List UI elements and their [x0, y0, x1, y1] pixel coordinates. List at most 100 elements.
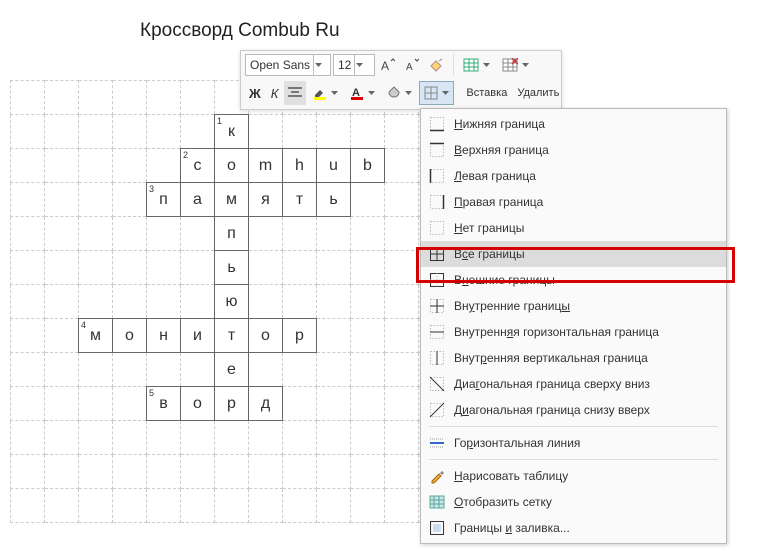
- grid-cell[interactable]: [317, 217, 351, 251]
- grid-cell[interactable]: [181, 353, 215, 387]
- grid-cell[interactable]: и: [181, 319, 215, 353]
- border-menu-left[interactable]: Левая граница: [421, 163, 726, 189]
- grid-cell[interactable]: ю: [215, 285, 249, 319]
- grid-cell[interactable]: 5в: [147, 387, 181, 421]
- grid-cell[interactable]: [11, 149, 45, 183]
- border-menu-iv[interactable]: Внутренняя вертикальная граница: [421, 345, 726, 371]
- grid-cell[interactable]: о: [113, 319, 147, 353]
- grid-cell[interactable]: [351, 285, 385, 319]
- delete-table-button[interactable]: [497, 53, 534, 77]
- grid-cell[interactable]: [45, 455, 79, 489]
- grid-cell[interactable]: [147, 251, 181, 285]
- grid-cell[interactable]: [79, 81, 113, 115]
- grid-cell[interactable]: [385, 455, 419, 489]
- grid-cell[interactable]: [79, 353, 113, 387]
- grid-cell[interactable]: [283, 455, 317, 489]
- grid-cell[interactable]: [317, 115, 351, 149]
- grid-cell[interactable]: m: [249, 149, 283, 183]
- grid-cell[interactable]: [215, 421, 249, 455]
- grid-cell[interactable]: [249, 285, 283, 319]
- grid-cell[interactable]: [215, 455, 249, 489]
- grid-cell[interactable]: [351, 353, 385, 387]
- grid-cell[interactable]: [45, 251, 79, 285]
- align-center-button[interactable]: [284, 81, 306, 105]
- grid-cell[interactable]: [113, 115, 147, 149]
- grid-cell[interactable]: [11, 251, 45, 285]
- border-menu-inner[interactable]: Внутренние границы: [421, 293, 726, 319]
- grid-cell[interactable]: [351, 217, 385, 251]
- italic-button[interactable]: К: [267, 81, 283, 105]
- grid-cell[interactable]: [147, 421, 181, 455]
- grid-cell[interactable]: [45, 183, 79, 217]
- grid-cell[interactable]: [79, 251, 113, 285]
- grid-cell[interactable]: [79, 183, 113, 217]
- grid-cell[interactable]: [79, 489, 113, 523]
- grid-cell[interactable]: [249, 353, 283, 387]
- grid-cell[interactable]: [385, 115, 419, 149]
- grid-cell[interactable]: [317, 319, 351, 353]
- border-menu-dd[interactable]: Диагональная граница сверху вниз: [421, 371, 726, 397]
- grid-cell[interactable]: о: [249, 319, 283, 353]
- grid-cell[interactable]: [351, 387, 385, 421]
- grid-cell[interactable]: [11, 489, 45, 523]
- grid-cell[interactable]: 4м: [79, 319, 113, 353]
- grid-cell[interactable]: u: [317, 149, 351, 183]
- grid-cell[interactable]: [79, 455, 113, 489]
- grid-cell[interactable]: я: [249, 183, 283, 217]
- grid-cell[interactable]: [385, 149, 419, 183]
- grid-cell[interactable]: [113, 251, 147, 285]
- grid-cell[interactable]: [11, 455, 45, 489]
- grid-cell[interactable]: [351, 115, 385, 149]
- bold-button[interactable]: Ж: [245, 81, 265, 105]
- grid-cell[interactable]: [147, 285, 181, 319]
- grid-cell[interactable]: [113, 353, 147, 387]
- grid-cell[interactable]: [249, 489, 283, 523]
- grid-cell[interactable]: [45, 149, 79, 183]
- grid-cell[interactable]: н: [147, 319, 181, 353]
- border-menu-bf[interactable]: Границы и заливка...: [421, 515, 726, 541]
- grid-cell[interactable]: [45, 421, 79, 455]
- grid-cell[interactable]: т: [283, 183, 317, 217]
- grid-cell[interactable]: ь: [317, 183, 351, 217]
- grid-cell[interactable]: [351, 183, 385, 217]
- grid-cell[interactable]: [45, 217, 79, 251]
- grid-cell[interactable]: [181, 285, 215, 319]
- grid-cell[interactable]: о: [181, 387, 215, 421]
- grid-cell[interactable]: [11, 115, 45, 149]
- grid-cell[interactable]: [79, 217, 113, 251]
- grid-cell[interactable]: [317, 251, 351, 285]
- grid-cell[interactable]: [181, 115, 215, 149]
- grid-cell[interactable]: [147, 217, 181, 251]
- grid-cell[interactable]: [11, 319, 45, 353]
- grid-cell[interactable]: [181, 217, 215, 251]
- grid-cell[interactable]: м: [215, 183, 249, 217]
- grid-cell[interactable]: [283, 489, 317, 523]
- grid-cell[interactable]: [249, 251, 283, 285]
- grid-cell[interactable]: [351, 251, 385, 285]
- grid-cell[interactable]: [11, 217, 45, 251]
- grid-cell[interactable]: [45, 489, 79, 523]
- grid-cell[interactable]: [147, 489, 181, 523]
- border-menu-none[interactable]: Нет границы: [421, 215, 726, 241]
- grid-cell[interactable]: [283, 353, 317, 387]
- grid-cell[interactable]: b: [351, 149, 385, 183]
- grid-cell[interactable]: 2с: [181, 149, 215, 183]
- grid-cell[interactable]: а: [181, 183, 215, 217]
- grid-cell[interactable]: [113, 149, 147, 183]
- border-menu-outer[interactable]: Внешние границы: [421, 267, 726, 293]
- grid-cell[interactable]: [249, 217, 283, 251]
- grid-cell[interactable]: [79, 115, 113, 149]
- grid-cell[interactable]: [45, 353, 79, 387]
- format-painter-button[interactable]: [425, 53, 449, 77]
- shading-button[interactable]: [382, 81, 417, 105]
- grid-cell[interactable]: [283, 251, 317, 285]
- crossword-grid[interactable]: 1к2соmhub3памятьпью4мониторе5ворд: [10, 80, 453, 523]
- grid-cell[interactable]: [113, 183, 147, 217]
- grid-cell[interactable]: [283, 421, 317, 455]
- grid-cell[interactable]: [317, 353, 351, 387]
- grid-cell[interactable]: [45, 81, 79, 115]
- grid-cell[interactable]: [249, 421, 283, 455]
- grid-cell[interactable]: [147, 149, 181, 183]
- grid-cell[interactable]: [11, 285, 45, 319]
- grid-cell[interactable]: 1к: [215, 115, 249, 149]
